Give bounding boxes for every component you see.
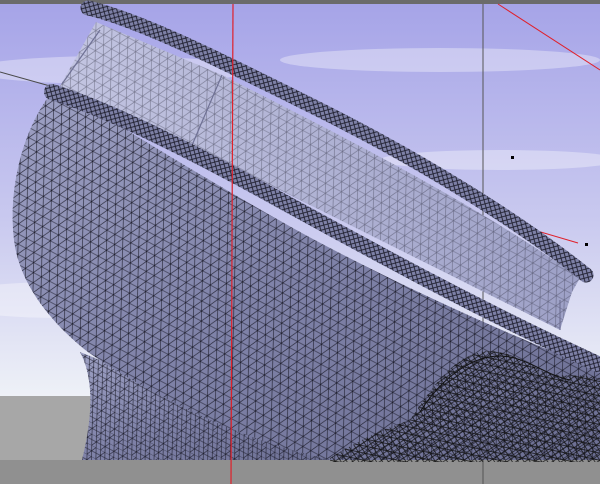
ground-shadow bbox=[0, 460, 600, 484]
control-point[interactable] bbox=[511, 156, 514, 159]
scene-canvas[interactable] bbox=[0, 0, 600, 484]
control-point[interactable] bbox=[585, 243, 588, 246]
3d-viewport[interactable] bbox=[0, 0, 600, 484]
